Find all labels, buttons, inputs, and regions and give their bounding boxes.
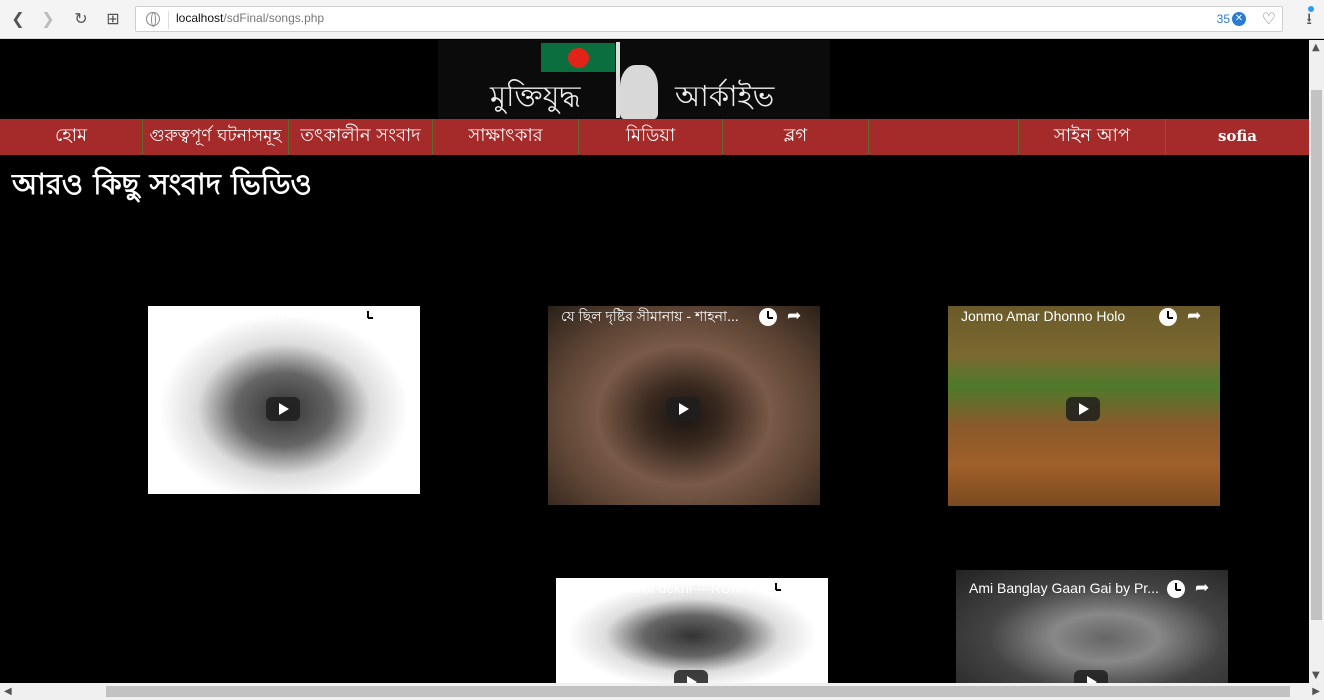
- menu-item-media[interactable]: মিডিয়া: [579, 119, 723, 155]
- video-title[interactable]: Jonmo Amar Dhonno Holo: [948, 306, 1160, 328]
- menu-item-user[interactable]: sofia: [1166, 119, 1309, 155]
- video-title[interactable]: Ami Banglay Gaan Gai by Pr...: [956, 576, 1168, 600]
- reload-icon[interactable]: ↻: [70, 8, 92, 30]
- page-title: আরও কিছু সংবাদ ভিডিও: [12, 167, 312, 201]
- back-icon[interactable]: ❮: [7, 8, 29, 30]
- tabs-grid-icon[interactable]: ⊞: [102, 8, 124, 30]
- browser-toolbar: ❮ ❯ ↻ ⊞ localhost/sdFinal/songs.php 35 ✕…: [0, 0, 1324, 39]
- share-icon[interactable]: ➦: [1195, 578, 1209, 598]
- vertical-scrollbar[interactable]: ▲ ▼: [1309, 40, 1324, 683]
- video-title[interactable]: Protidin tomai dekhi----RUN...: [148, 306, 360, 328]
- share-icon[interactable]: ➦: [795, 578, 809, 598]
- share-icon[interactable]: ➦: [387, 306, 401, 326]
- menu-item-blog[interactable]: ব্লগ: [723, 119, 869, 155]
- scroll-down-icon[interactable]: ▼: [1312, 670, 1320, 681]
- menu-spacer: [869, 119, 1019, 155]
- watch-later-icon[interactable]: [1159, 308, 1177, 326]
- play-button-icon[interactable]: [1074, 670, 1108, 683]
- play-button-icon[interactable]: [266, 397, 300, 421]
- video-embed-3[interactable]: Jonmo Amar Dhonno Holo ➦: [948, 306, 1220, 506]
- globe-icon: [146, 12, 160, 27]
- play-button-icon[interactable]: [666, 397, 700, 421]
- video-title[interactable]: Protidin tomai dekhi----RUN...: [556, 578, 768, 600]
- video-embed-4[interactable]: Protidin tomai dekhi----RUN... ➦: [556, 578, 828, 683]
- download-indicator: [1308, 6, 1314, 12]
- heart-icon[interactable]: ♡: [1262, 9, 1276, 28]
- horizontal-scrollbar[interactable]: ◀ ▶: [0, 683, 1324, 700]
- menu-item-signup[interactable]: সাইন আপ: [1019, 119, 1166, 155]
- scroll-left-icon[interactable]: ◀: [4, 686, 12, 697]
- download-icon[interactable]: ⭳: [1306, 8, 1312, 35]
- share-icon[interactable]: ➦: [1187, 306, 1201, 326]
- menu-item-events[interactable]: গুরুত্বপূর্ণ ঘটনাসমূহ: [143, 119, 289, 155]
- video-embed-2[interactable]: যে ছিল দৃষ্টির সীমানায় - শাহনা... ➦: [548, 306, 820, 505]
- watch-later-icon[interactable]: [767, 580, 785, 598]
- address-separator: [168, 11, 169, 29]
- watch-later-icon[interactable]: [1167, 580, 1185, 598]
- adblock-badge-icon[interactable]: ✕: [1232, 12, 1246, 26]
- horizontal-scroll-thumb[interactable]: [106, 686, 1290, 697]
- menu-item-home[interactable]: হোম: [0, 119, 143, 155]
- blocked-count: 35: [1216, 12, 1230, 26]
- scroll-up-icon[interactable]: ▲: [1312, 42, 1320, 53]
- video-embed-5[interactable]: Ami Banglay Gaan Gai by Pr... ➦: [956, 570, 1228, 683]
- video-title[interactable]: যে ছিল দৃষ্টির সীমানায় - শাহনা...: [548, 306, 760, 328]
- banner-title-left: মুক্তিযুদ্ধ: [490, 79, 581, 113]
- url-text[interactable]: localhost/sdFinal/songs.php: [176, 11, 324, 25]
- menu-item-news[interactable]: তৎকালীন সংবাদ: [289, 119, 433, 155]
- scroll-right-icon[interactable]: ▶: [1312, 686, 1320, 697]
- play-button-icon[interactable]: [674, 670, 708, 683]
- address-bar[interactable]: localhost/sdFinal/songs.php 35 ✕ ♡: [135, 6, 1283, 32]
- forward-icon[interactable]: ❯: [37, 8, 59, 30]
- main-menu: হোম গুরুত্বপূর্ণ ঘটনাসমূহ তৎকালীন সংবাদ …: [0, 119, 1309, 155]
- share-icon[interactable]: ➦: [787, 306, 801, 326]
- vertical-scroll-thumb[interactable]: [1311, 90, 1322, 620]
- page-content: মুক্তিযুদ্ধ আর্কাইভ হোম গুরুত্বপূর্ণ ঘটন…: [0, 40, 1309, 683]
- watch-later-icon[interactable]: [759, 308, 777, 326]
- play-button-icon[interactable]: [1066, 397, 1100, 421]
- video-embed-1[interactable]: Protidin tomai dekhi----RUN... ➦: [148, 306, 420, 494]
- banner-title-right: আর্কাইভ: [675, 79, 775, 113]
- watch-later-icon[interactable]: [359, 308, 377, 326]
- site-banner[interactable]: মুক্তিযুদ্ধ আর্কাইভ: [438, 40, 830, 119]
- soldier-silhouette-icon: [620, 65, 658, 119]
- bangladesh-flag-icon: [541, 43, 615, 72]
- menu-item-interviews[interactable]: সাক্ষাৎকার: [433, 119, 579, 155]
- url-path: /sdFinal/songs.php: [223, 11, 325, 25]
- flag-circle: [568, 48, 589, 68]
- url-host: localhost: [176, 11, 224, 25]
